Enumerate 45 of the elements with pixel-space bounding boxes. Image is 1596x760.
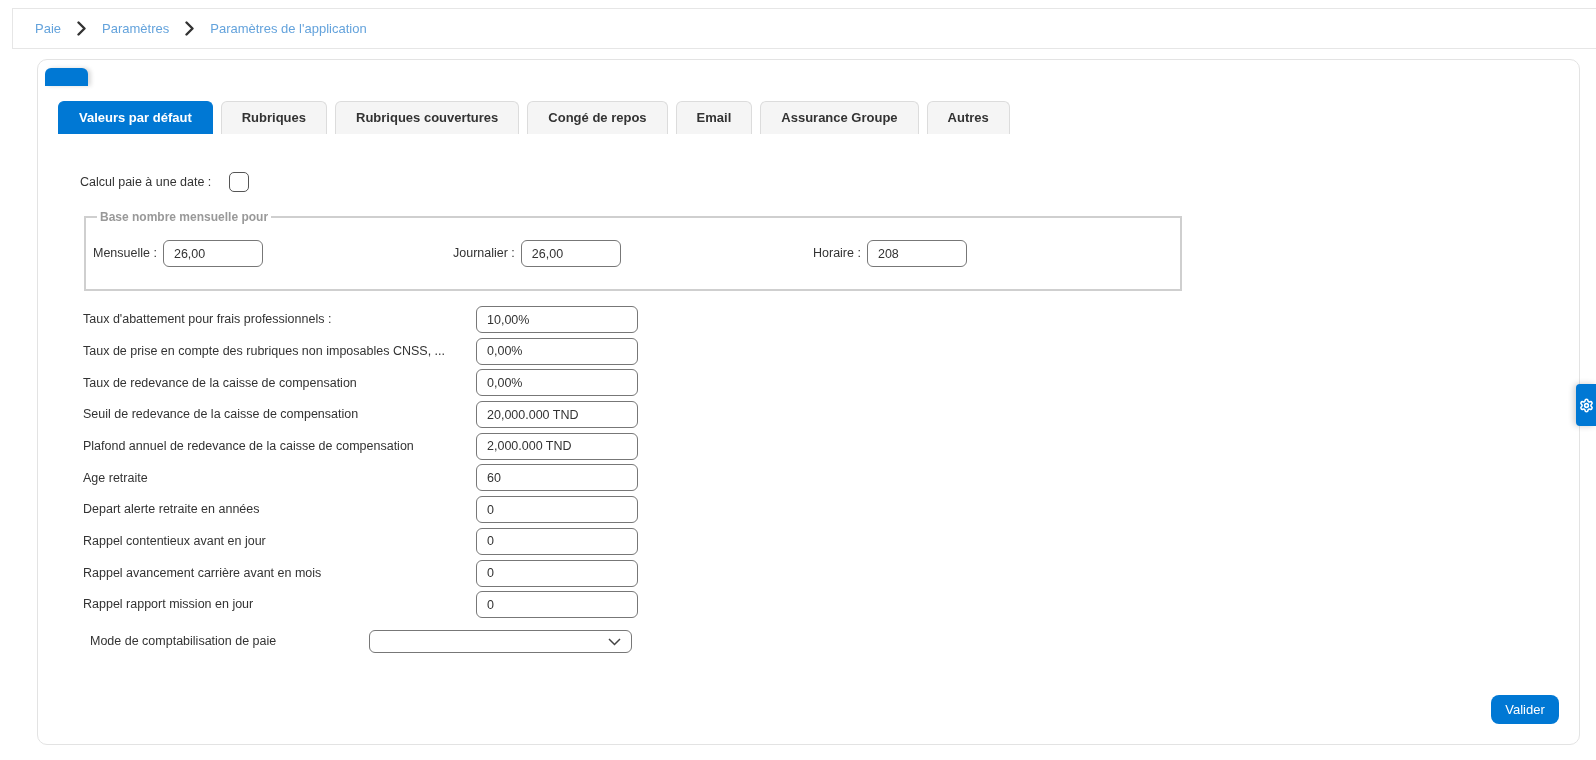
tab[interactable]: Assurance Groupe — [760, 101, 919, 134]
tab[interactable]: Email — [675, 101, 753, 134]
fieldset-legend: Base nombre mensuelle pour — [97, 208, 272, 226]
text-input[interactable]: 10,00% — [476, 306, 638, 333]
tab[interactable]: Rubriques — [220, 101, 327, 134]
text-input[interactable]: 0,00% — [476, 337, 638, 365]
field-label: Mensuelle : — [93, 245, 157, 263]
field-label: Calcul paie à une date : — [80, 173, 213, 191]
field-label: Age retraite — [83, 469, 149, 487]
field-label: Seuil de redevance de la caisse de compensation — [83, 406, 360, 424]
text-input[interactable]: 0,00% — [476, 369, 638, 397]
text-input[interactable]: 2,000.000 TND — [476, 432, 638, 460]
text-input[interactable]: 0 — [476, 496, 638, 524]
text-input[interactable]: 60 — [476, 464, 638, 492]
field-label: Rappel contentieux avant en jour — [83, 532, 267, 550]
text-input[interactable]: 26,00 — [520, 240, 621, 267]
text-input[interactable]: 0 — [476, 591, 638, 619]
text-input[interactable]: 20,000.000 TND — [476, 401, 638, 429]
text-input[interactable]: 0 — [476, 527, 638, 555]
field-label: Depart alerte retraite en années — [83, 501, 261, 519]
checkbox[interactable] — [229, 172, 249, 192]
field-label: Journalier : — [453, 245, 515, 263]
field-label: Taux de redevance de la caisse de compensation — [83, 374, 358, 392]
field-label: Rappel avancement carrière avant en mois — [83, 564, 323, 582]
field-label: Mode de comptabilisation de paie — [90, 633, 278, 651]
tab[interactable]: Valeurs par défaut — [58, 101, 213, 134]
chevron-down-icon — [608, 637, 621, 646]
settings-icon — [1578, 397, 1594, 413]
tab-marker — [45, 68, 88, 86]
settings-button[interactable] — [1576, 384, 1596, 426]
chevron-right-icon — [77, 21, 87, 36]
field-label: Taux d'abattement pour frais professionnels : — [83, 311, 333, 329]
validate-button[interactable]: Valider — [1491, 695, 1559, 724]
chevron-right-icon — [185, 21, 195, 36]
field-label: Plafond annuel de redevance de la caisse de compensation — [83, 437, 415, 455]
tab[interactable]: Rubriques couvertures — [335, 101, 520, 134]
tab[interactable]: Congé de repos — [527, 101, 668, 134]
field-label: Taux de prise en compte des rubriques non imposables CNSS, ... — [83, 342, 446, 360]
tab[interactable]: Autres — [926, 101, 1010, 134]
text-input[interactable]: 208 — [866, 240, 967, 267]
field-label: Horaire : — [813, 245, 861, 263]
text-input[interactable]: 26,00 — [162, 240, 263, 267]
dropdown-select[interactable] — [369, 630, 632, 654]
text-input[interactable]: 0 — [476, 559, 638, 587]
field-label: Rappel rapport mission en jour — [83, 596, 255, 614]
